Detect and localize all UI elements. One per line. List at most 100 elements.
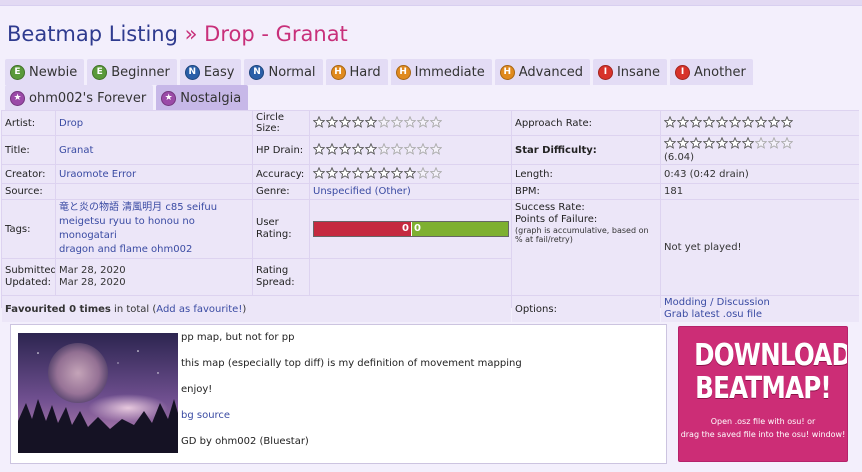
star-empty-icon <box>430 166 442 179</box>
difficulty-icon: ★ <box>10 90 25 106</box>
artist-link[interactable]: Drop <box>59 118 83 129</box>
star-empty-icon <box>417 166 429 179</box>
bg-source-link[interactable]: bg source <box>181 410 230 421</box>
tags-line-3[interactable]: dragon and flame ohm002 <box>59 244 192 255</box>
tab-newbie[interactable]: E Newbie <box>5 59 85 85</box>
genre-link[interactable]: Unspecified (Other) <box>313 186 411 197</box>
hp-drain-label: HP Drain: <box>253 136 309 164</box>
not-yet-played: Not yet played! <box>661 200 859 295</box>
star-filled-icon <box>404 166 416 179</box>
star-filled-icon <box>378 166 390 179</box>
favourited-close: ) <box>242 303 247 315</box>
description-line-1: pp map, but not for pp <box>181 332 295 343</box>
approach-rate-stars <box>664 115 794 128</box>
download-beatmap-button[interactable]: DOWNLOAD BEATMAP! Open .osz file with os… <box>678 326 848 462</box>
approach-rate-label: Approach Rate: <box>512 111 660 135</box>
user-rating-label-1: User <box>256 217 279 228</box>
star-filled-icon <box>703 137 715 149</box>
tab-easy[interactable]: N Easy <box>179 59 242 85</box>
star-filled-icon <box>677 115 689 128</box>
difficulty-icon: E <box>10 64 25 80</box>
accuracy-label: Accuracy: <box>253 165 309 183</box>
source-label: Source: <box>2 184 55 199</box>
star-filled-icon <box>313 166 325 179</box>
add-favourite-link[interactable]: Add as favourite! <box>156 304 242 315</box>
star-filled-icon <box>339 166 351 179</box>
breadcrumb-beatmap-listing[interactable]: Beatmap Listing <box>7 22 178 46</box>
star-filled-icon <box>391 166 403 179</box>
rating-spread-graph <box>310 259 511 295</box>
difficulty-icon: I <box>675 64 691 80</box>
title-link[interactable]: Granat <box>59 145 93 156</box>
star-filled-icon <box>326 142 338 155</box>
tab-label: Easy <box>203 64 235 80</box>
tab-label: Insane <box>616 64 661 80</box>
tab-immediate[interactable]: H Immediate <box>390 59 492 85</box>
download-line-2: BEATMAP! <box>695 371 831 406</box>
tab-hard[interactable]: H Hard <box>325 59 388 85</box>
star-filled-icon <box>365 142 377 155</box>
tab-label: Advanced <box>518 64 583 80</box>
rating-spread-label-2: Spread: <box>256 277 295 288</box>
difficulty-icon: N <box>249 64 265 80</box>
difficulty-tabs: E Newbie E Beginner N Easy N Normal H Hard H Immedi… <box>5 59 857 111</box>
star-filled-icon <box>690 115 702 128</box>
description-line-5: GD by ohm002 (Bluestar) <box>181 436 309 447</box>
source-value <box>56 184 252 199</box>
star-filled-icon <box>339 115 351 128</box>
tab-row-1: E Newbie E Beginner N Easy N Normal H Hard H Immedi… <box>5 59 857 85</box>
tab-beginner[interactable]: E Beginner <box>87 59 177 85</box>
tab-ohm002-s-forever[interactable]: ★ ohm002's Forever <box>5 85 154 111</box>
description-line-2: this map (especially top diff) is my def… <box>181 358 522 369</box>
page-title: Beatmap Listing » Drop - Granat <box>7 22 348 46</box>
difficulty-icon: ★ <box>161 90 177 106</box>
options-label: Options: <box>512 296 660 322</box>
star-empty-icon <box>781 137 793 149</box>
star-filled-icon <box>742 115 754 128</box>
artist-label: Artist: <box>2 111 55 135</box>
circle-size-stars <box>313 115 443 128</box>
star-filled-icon <box>365 166 377 179</box>
description-line-3: enjoy! <box>181 384 213 395</box>
star-empty-icon <box>430 115 442 128</box>
tags-line-2[interactable]: meigetsu ryuu to honou no monogatari <box>59 216 195 241</box>
star-filled-icon <box>313 142 325 155</box>
star-filled-icon <box>326 115 338 128</box>
download-sub-1: Open .osz file with osu! or <box>710 417 816 426</box>
star-empty-icon <box>391 115 403 128</box>
star-empty-icon <box>755 137 767 149</box>
star-filled-icon <box>703 115 715 128</box>
description-text: pp map, but not for pp this map (especia… <box>181 331 522 461</box>
rating-spread-label-1: Rating <box>256 265 289 276</box>
tab-insane[interactable]: I Insane <box>592 59 668 85</box>
tab-advanced[interactable]: H Advanced <box>494 59 590 85</box>
star-empty-icon <box>404 115 416 128</box>
tab-normal[interactable]: N Normal <box>244 59 323 85</box>
circle-size-label: Circle Size: <box>253 111 309 135</box>
length-label: Length: <box>512 165 660 183</box>
star-empty-icon <box>391 142 403 155</box>
star-filled-icon <box>664 137 676 149</box>
tags-line-1[interactable]: 竜と炎の物語 清風明月 c85 seifuu <box>59 202 217 213</box>
creator-link[interactable]: Uraomote Error <box>59 169 136 180</box>
bpm-value: 181 <box>661 184 859 199</box>
star-empty-icon <box>417 142 429 155</box>
difficulty-icon: E <box>92 64 108 80</box>
star-empty-icon <box>378 115 390 128</box>
genre-label: Genre: <box>253 184 309 199</box>
rating-negative-count: 0 <box>314 222 411 236</box>
difficulty-icon: I <box>597 64 613 80</box>
hp-drain-stars <box>313 142 443 155</box>
tab-nostalgia[interactable]: ★ Nostalgia <box>156 85 249 111</box>
star-filled-icon <box>755 115 767 128</box>
tab-row-2: ★ ohm002's Forever ★ Nostalgia <box>5 85 857 111</box>
star-filled-icon <box>781 115 793 128</box>
star-filled-icon <box>677 137 689 149</box>
tab-another[interactable]: I Another <box>670 59 753 85</box>
tab-label: ohm002's Forever <box>29 90 147 106</box>
star-filled-icon <box>664 115 676 128</box>
grab-osu-file-link[interactable]: Grab latest .osu file <box>664 309 762 320</box>
star-filled-icon <box>729 137 741 149</box>
user-rating-bar: 0 0 <box>313 221 509 237</box>
modding-discussion-link[interactable]: Modding / Discussion <box>664 297 770 308</box>
